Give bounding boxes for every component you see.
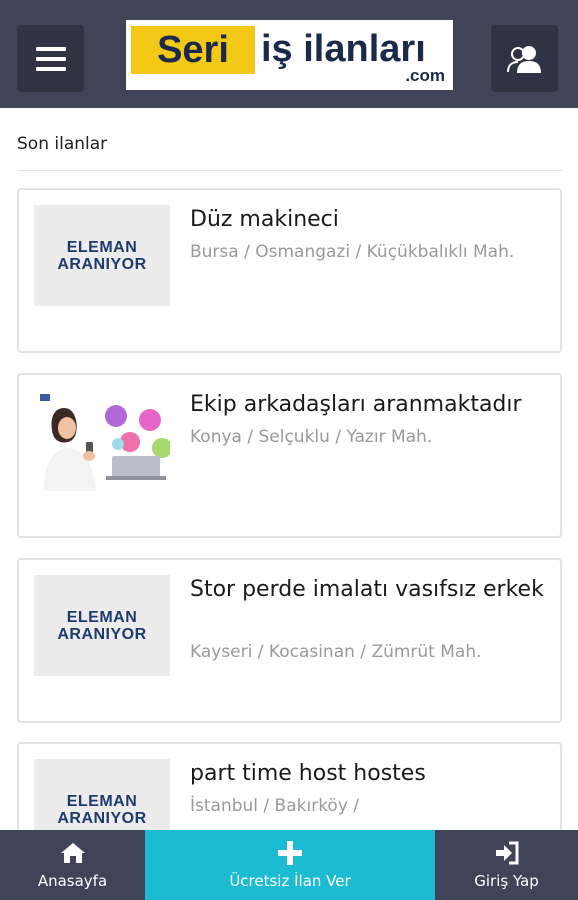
listing-thumbnail-placeholder: ELEMAN ARANIYOR xyxy=(34,575,170,676)
nav-post-ad-label: Ücretsiz İlan Ver xyxy=(229,872,351,890)
sign-in-icon xyxy=(495,841,518,865)
thumbnail-text-line2: ARANIYOR xyxy=(57,809,147,827)
plus-icon xyxy=(278,841,302,865)
listing-card[interactable]: Ekip arkadaşları aranmaktadır Konya / Se… xyxy=(17,373,562,538)
logo-seri: Seri xyxy=(131,26,255,74)
listing-location: Konya / Selçuklu / Yazır Mah. xyxy=(190,427,433,447)
site-logo[interactable]: Seri iş ilanları .com xyxy=(126,20,453,90)
section-divider xyxy=(17,170,562,171)
menu-button[interactable] xyxy=(17,25,84,92)
top-header: Seri iş ilanları .com xyxy=(0,0,578,108)
section-title: Son ilanlar xyxy=(17,134,108,154)
logo-suffix: .com xyxy=(405,66,445,85)
home-icon xyxy=(60,843,85,863)
listing-thumbnail-placeholder: ELEMAN ARANIYOR xyxy=(34,205,170,306)
listing-location: Bursa / Osmangazi / Küçükbalıklı Mah. xyxy=(190,242,515,262)
listing-title[interactable]: part time host hostes xyxy=(190,759,550,789)
account-button[interactable] xyxy=(491,25,558,92)
nav-login-button[interactable]: Giriş Yap xyxy=(435,830,578,900)
nav-home-button[interactable]: Anasayfa xyxy=(0,830,145,900)
logo-text: iş ilanları xyxy=(261,28,426,70)
bottom-nav: Anasayfa Ücretsiz İlan Ver Giriş Yap xyxy=(0,830,578,900)
thumbnail-text-line1: ELEMAN xyxy=(66,792,138,810)
listing-card[interactable]: ELEMAN ARANIYOR Düz makineci Bursa / Osm… xyxy=(17,188,562,353)
thumbnail-text-line1: ELEMAN xyxy=(66,608,138,626)
nav-login-label: Giriş Yap xyxy=(474,872,539,890)
listing-thumbnail-photo xyxy=(34,390,170,491)
listing-title[interactable]: Düz makineci xyxy=(190,205,550,235)
woman-with-phone-illustration xyxy=(34,390,170,491)
thumbnail-text-line1: ELEMAN xyxy=(66,238,138,256)
nav-home-label: Anasayfa xyxy=(37,872,108,890)
thumbnail-text-line2: ARANIYOR xyxy=(57,625,147,643)
users-icon xyxy=(506,45,541,73)
thumbnail-text-line2: ARANIYOR xyxy=(57,255,147,273)
listing-card[interactable]: ELEMAN ARANIYOR Stor perde imalatı vasıf… xyxy=(17,558,562,723)
hamburger-menu-icon xyxy=(35,46,66,71)
listing-location: İstanbul / Bakırköy / xyxy=(190,796,360,816)
nav-post-ad-button[interactable]: Ücretsiz İlan Ver xyxy=(145,830,435,900)
listing-title[interactable]: Ekip arkadaşları aranmaktadır xyxy=(190,390,550,420)
app-screen: Seri iş ilanları .com Son ilanlar ELEMAN… xyxy=(0,0,578,900)
listing-title[interactable]: Stor perde imalatı vasıfsız erkek xyxy=(190,575,550,605)
listing-location: Kayseri / Kocasinan / Zümrüt Mah. xyxy=(190,642,482,662)
